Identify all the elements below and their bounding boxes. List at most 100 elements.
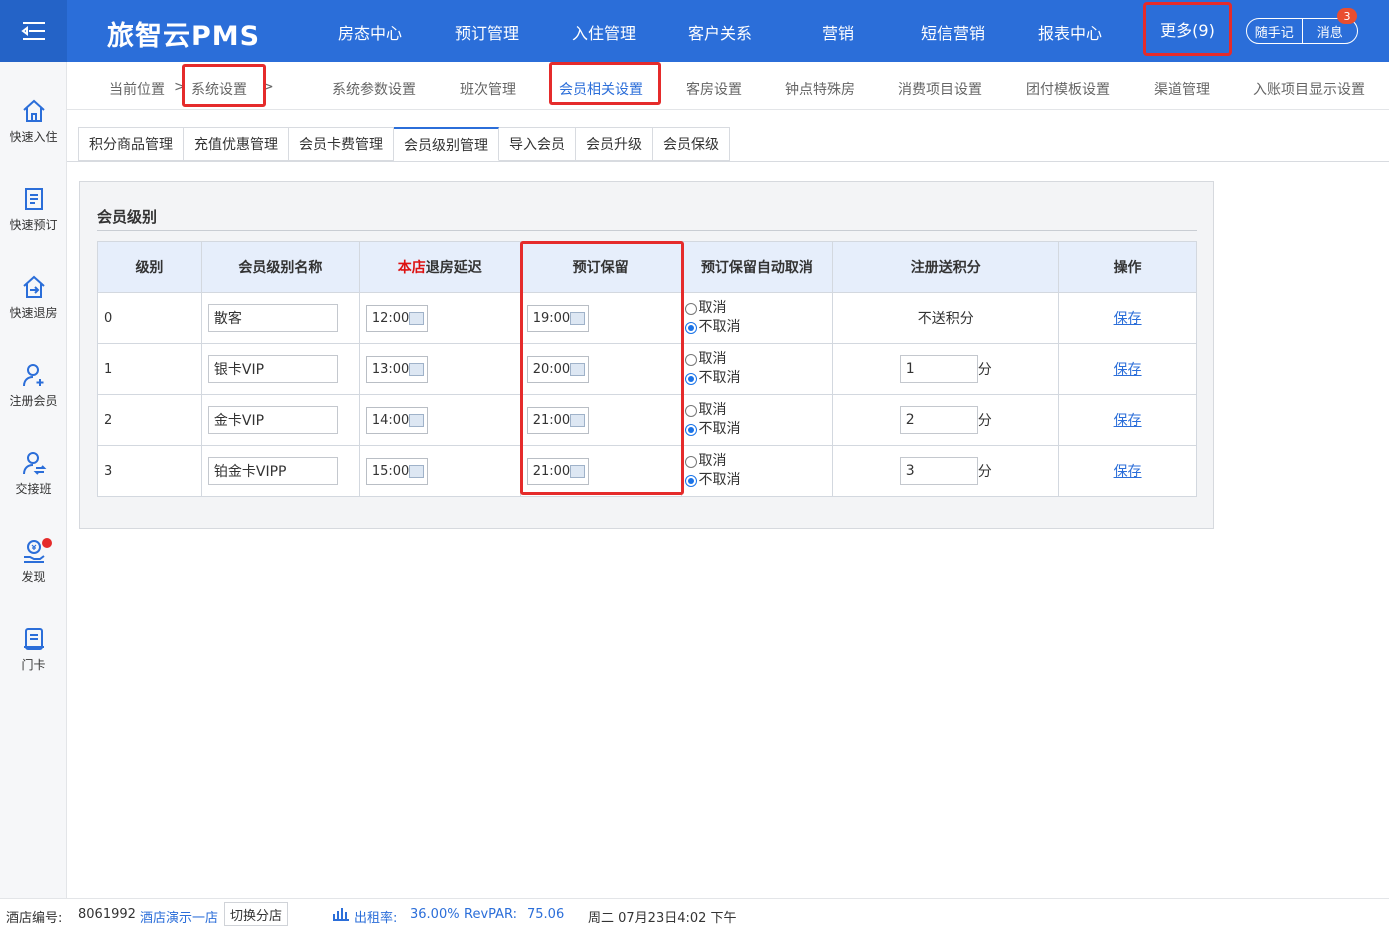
no-cancel-radio[interactable]: 不取消: [684, 318, 833, 337]
checkout-time-input[interactable]: 14:00: [365, 406, 428, 434]
document-icon: [24, 188, 43, 210]
sidebar-item-register-member[interactable]: 注册会员: [0, 362, 67, 409]
radio-checked-icon[interactable]: [684, 474, 697, 487]
sidebar-item-label: 快速入住: [9, 130, 58, 144]
calendar-icon[interactable]: [408, 413, 424, 427]
highlight-box: [520, 241, 684, 495]
subnav-channel-management[interactable]: 渠道管理: [1154, 79, 1210, 99]
radio-checked-icon[interactable]: [684, 372, 697, 385]
checkout-time-input[interactable]: 13:00: [365, 355, 428, 383]
radio-icon[interactable]: [684, 404, 697, 417]
tab-member-retain[interactable]: 会员保级: [653, 127, 730, 161]
save-link[interactable]: 保存: [1058, 343, 1197, 395]
home-exit-icon: [22, 275, 45, 298]
points-input[interactable]: 1: [899, 355, 978, 383]
sidebar-item-label: 发现: [21, 570, 46, 584]
calendar-icon[interactable]: [408, 362, 424, 376]
col-action: 操作: [1058, 241, 1197, 293]
col-checkout-delay: 本店退房延迟: [358, 241, 521, 293]
points-input[interactable]: 3: [899, 457, 978, 485]
hotel-no: 8061992: [78, 907, 136, 922]
radio-checked-icon[interactable]: [684, 321, 697, 334]
no-cancel-radio[interactable]: 不取消: [684, 369, 833, 388]
nav-checkin[interactable]: 入住管理: [572, 20, 636, 44]
tab-member-level[interactable]: 会员级别管理: [394, 127, 499, 161]
radio-checked-icon[interactable]: [684, 423, 697, 436]
radio-icon[interactable]: [684, 455, 697, 468]
sidebar-item-quick-checkin[interactable]: 快速入住: [0, 98, 67, 145]
checkout-time-input[interactable]: 15:00: [365, 457, 428, 485]
nav-crm[interactable]: 客户关系: [688, 20, 752, 44]
highlight-box: [549, 62, 661, 105]
subnav-room-settings[interactable]: 客房设置: [686, 79, 742, 99]
points-cell: 2分: [832, 394, 1060, 446]
save-link[interactable]: 保存: [1058, 394, 1197, 446]
switch-branch-button[interactable]: 切换分店: [224, 902, 289, 926]
level-name-input[interactable]: 银卡VIP: [207, 355, 338, 383]
occupancy-value: 36.00%: [410, 907, 460, 922]
level-cell: 1: [97, 343, 202, 395]
subnav-hourly-rooms[interactable]: 钟点特殊房: [785, 79, 855, 99]
menu-toggle-button[interactable]: [0, 0, 67, 62]
nav-marketing[interactable]: 营销: [822, 20, 854, 44]
calendar-icon[interactable]: [408, 311, 424, 325]
datetime: 周二 07月23日4:02 下午: [588, 911, 737, 926]
col-level-name: 会员级别名称: [200, 241, 360, 293]
sidebar-item-quick-reserve[interactable]: 快速预订: [0, 186, 67, 233]
radio-icon[interactable]: [684, 353, 697, 366]
subnav-active-indicator: [542, 43, 663, 46]
sidebar-item-shift-handover[interactable]: 交接班: [0, 450, 67, 497]
cancel-radio[interactable]: 取消: [684, 401, 833, 420]
checkout-time-input[interactable]: 12:00: [365, 304, 428, 332]
col-auto-cancel: 预订保留自动取消: [680, 241, 834, 293]
highlight-box: [182, 64, 266, 107]
sidebar-item-discover[interactable]: 发现: [0, 538, 67, 585]
occupancy-label: 出租率:: [354, 911, 398, 926]
level-name-input[interactable]: 铂金卡VIPP: [207, 457, 338, 485]
level-cell: 3: [97, 445, 202, 497]
subnav-system-params[interactable]: 系统参数设置: [332, 79, 416, 99]
auto-cancel-cell: 取消 不取消: [680, 445, 834, 497]
tab-bar: 积分商品管理 充值优惠管理 会员卡费管理 会员级别管理 导入会员 会员升级 会员…: [78, 127, 730, 161]
nav-reports[interactable]: 报表中心: [1038, 20, 1102, 44]
subnav-posting-display[interactable]: 入账项目显示设置: [1253, 79, 1365, 99]
save-link[interactable]: 保存: [1058, 445, 1197, 497]
save-link[interactable]: 保存: [1058, 292, 1197, 344]
points-unit: 分: [977, 362, 992, 378]
hotel-name: 酒店演示一店: [140, 911, 219, 926]
level-cell: 0: [97, 292, 202, 344]
tab-points-goods[interactable]: 积分商品管理: [78, 127, 184, 161]
sidebar-item-quick-checkout[interactable]: 快速退房: [0, 274, 67, 321]
sidebar-item-door-card[interactable]: 门卡: [0, 626, 67, 673]
tab-import-members[interactable]: 导入会员: [499, 127, 576, 161]
col-level: 级别: [97, 241, 202, 293]
cancel-radio[interactable]: 取消: [684, 452, 833, 471]
nav-more-button[interactable]: 更多(9): [1143, 2, 1232, 56]
nav-room-status[interactable]: 房态中心: [338, 20, 402, 44]
level-name-input[interactable]: 散客: [207, 304, 338, 332]
top-bar: 旅智云PMS 房态中心 预订管理 入住管理 客户关系 营销 短信营销 报表中心 …: [0, 0, 1389, 62]
tab-divider: [67, 161, 1389, 162]
no-cancel-label: 不取消: [698, 319, 741, 335]
subnav-shift-management[interactable]: 班次管理: [460, 79, 516, 99]
tab-card-fee[interactable]: 会员卡费管理: [289, 127, 394, 161]
calendar-icon[interactable]: [408, 464, 424, 478]
level-name-input[interactable]: 金卡VIP: [207, 406, 338, 434]
subnav-group-template[interactable]: 团付模板设置: [1026, 79, 1110, 99]
radio-icon[interactable]: [684, 302, 697, 315]
points-unit: 分: [977, 413, 992, 429]
no-cancel-radio[interactable]: 不取消: [684, 420, 833, 439]
no-cancel-radio[interactable]: 不取消: [684, 471, 833, 490]
user-swap-icon: [22, 452, 46, 475]
tab-member-upgrade[interactable]: 会员升级: [576, 127, 653, 161]
checkout-time-value: 14:00: [371, 412, 410, 428]
points-input[interactable]: 2: [899, 406, 978, 434]
nav-sms[interactable]: 短信营销: [921, 20, 985, 44]
cancel-radio[interactable]: 取消: [684, 299, 833, 318]
sidebar-item-label: 注册会员: [9, 394, 58, 408]
notes-button[interactable]: 随手记: [1247, 19, 1303, 43]
cancel-radio[interactable]: 取消: [684, 350, 833, 369]
nav-reservations[interactable]: 预订管理: [455, 20, 519, 44]
subnav-consumption-items[interactable]: 消费项目设置: [898, 79, 982, 99]
tab-recharge-discount[interactable]: 充值优惠管理: [184, 127, 289, 161]
